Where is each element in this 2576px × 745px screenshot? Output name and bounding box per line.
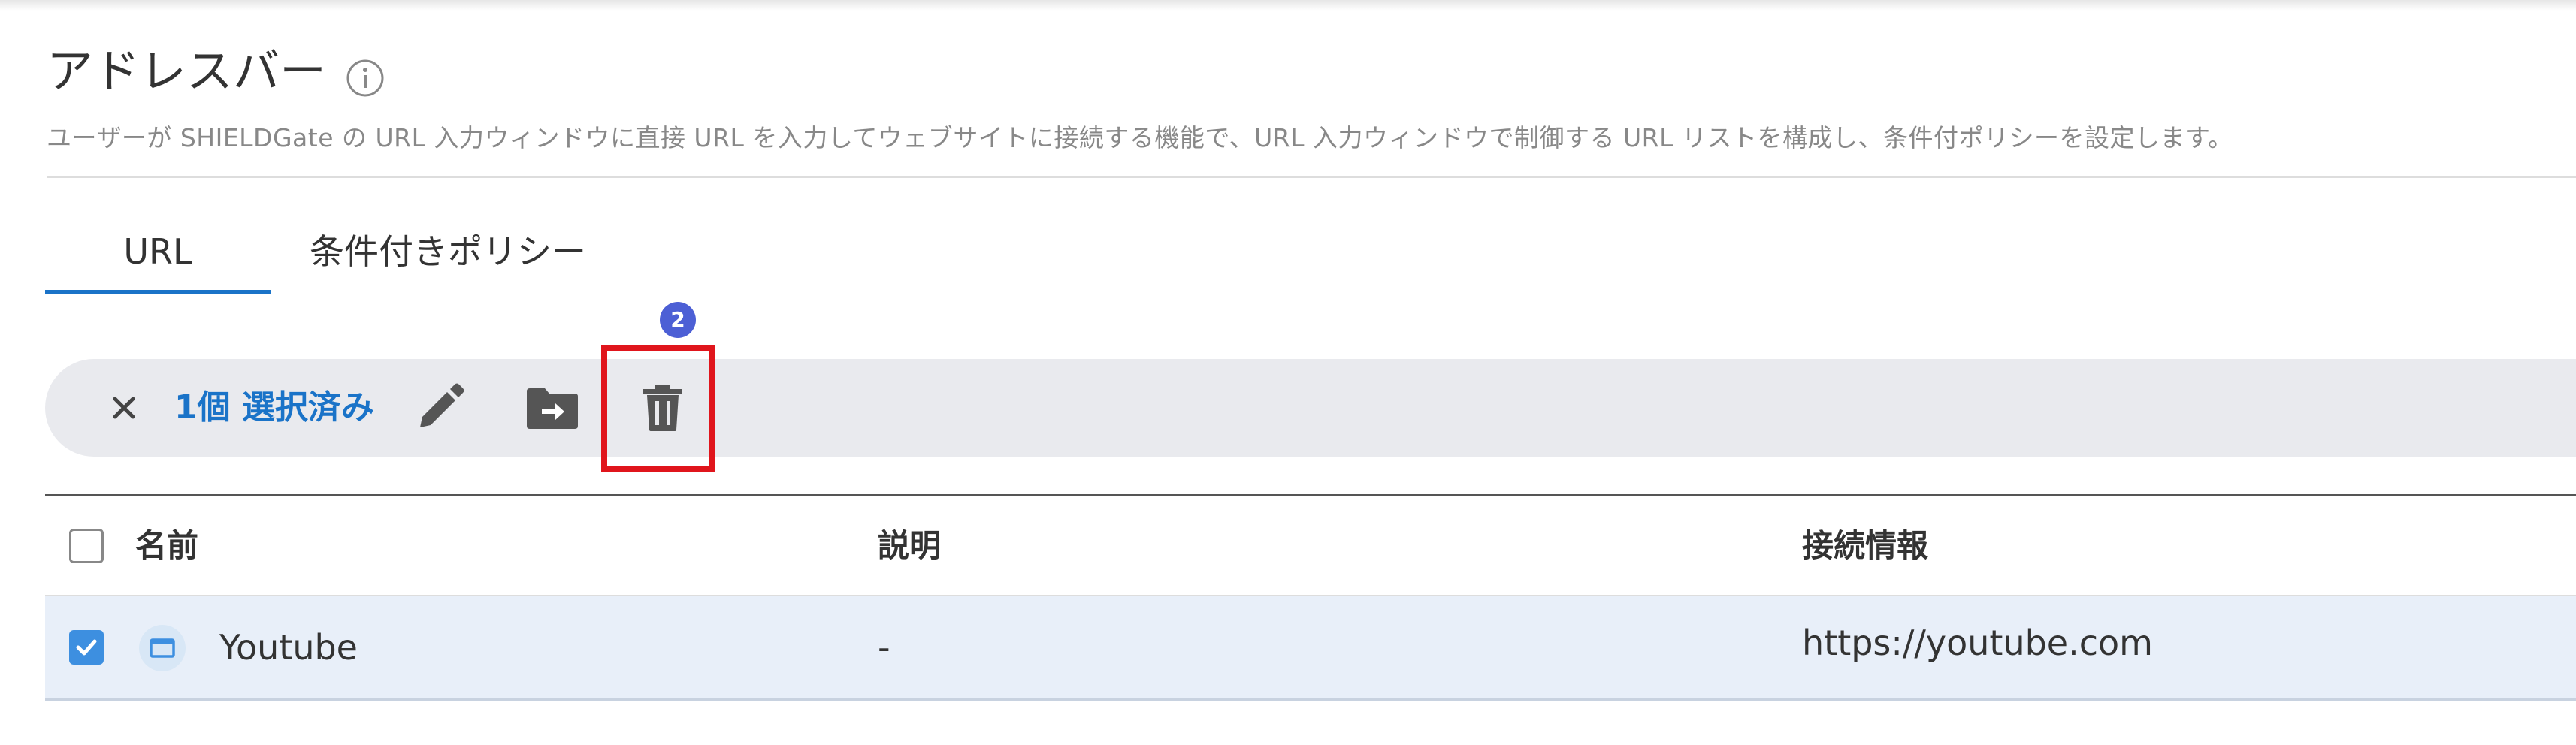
tab-url[interactable]: URL — [45, 210, 271, 293]
browser-window-icon — [139, 625, 186, 671]
column-header-name[interactable]: 名前 — [135, 496, 198, 596]
row-name: Youtube — [219, 627, 358, 668]
row-connection: https://youtube.com — [1802, 623, 2153, 663]
row-description: - — [878, 627, 890, 668]
selection-toolbar: 1個 選択済み — [45, 359, 2576, 457]
folder-move-icon — [527, 388, 578, 429]
row-divider — [45, 698, 2576, 701]
row-checkbox[interactable] — [69, 630, 104, 665]
selection-count-label: 1個 選択済み — [174, 388, 374, 427]
active-tab-indicator — [45, 290, 271, 294]
close-icon[interactable] — [90, 359, 158, 457]
pencil-icon — [420, 383, 464, 427]
page-title-container: アドレスバー — [47, 41, 385, 101]
column-header-description[interactable]: 説明 — [878, 496, 941, 596]
tab-bar: URL 条件付きポリシー — [45, 210, 721, 297]
table-header-row: 名前 説明 接続情報 — [45, 496, 2576, 596]
top-shadow — [0, 0, 2576, 11]
info-icon[interactable] — [346, 52, 385, 97]
divider — [47, 176, 2576, 178]
edit-button[interactable] — [410, 378, 470, 438]
page-title: アドレスバー — [47, 44, 327, 98]
page-description: ユーザーが SHIELDGate の URL 入力ウィンドウに直接 URL を入… — [47, 123, 2233, 152]
tab-conditional-policy[interactable]: 条件付きポリシー — [310, 210, 610, 293]
select-all-checkbox[interactable] — [69, 529, 104, 563]
table-row[interactable]: Youtube - https://youtube.com — [45, 596, 2576, 698]
column-header-connection[interactable]: 接続情報 — [1802, 496, 1928, 596]
highlight-box — [601, 345, 715, 472]
move-to-folder-button[interactable] — [522, 378, 582, 438]
step-badge: 2 — [660, 302, 696, 338]
